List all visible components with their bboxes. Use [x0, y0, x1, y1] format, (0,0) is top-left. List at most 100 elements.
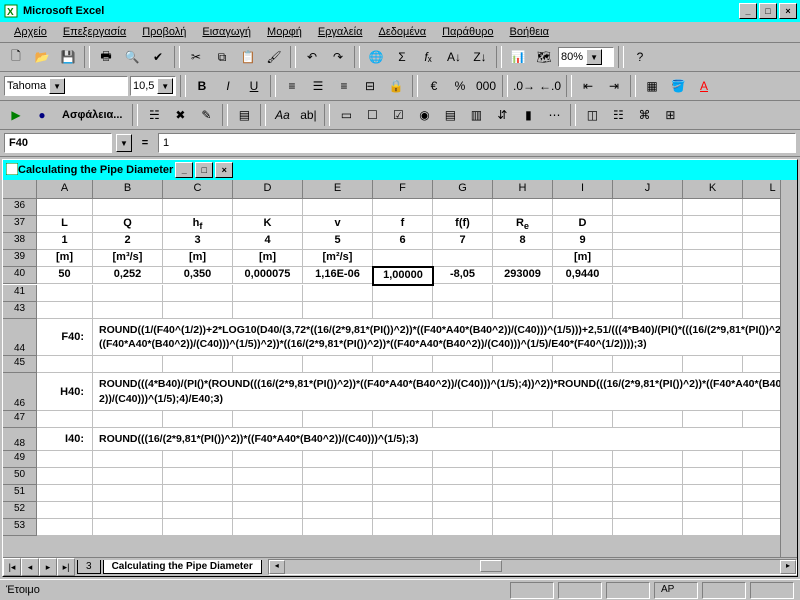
row-40[interactable]: 40: [3, 267, 37, 284]
cell-A37[interactable]: L: [37, 216, 93, 233]
formula-text-H40[interactable]: ROUND(((4*B40)/(PI()*(ROUND(((16/(2*9,81…: [93, 373, 780, 410]
row-44[interactable]: 44: [3, 319, 37, 356]
formula-text-F40[interactable]: ROUND((1/(F40^(1/2))+2*LOG10(D40/(3,72*(…: [93, 319, 780, 356]
hyperlink-icon[interactable]: 🌐: [364, 45, 388, 69]
horizontal-scrollbar[interactable]: ◂ ▸: [268, 559, 797, 575]
col-C[interactable]: C: [163, 180, 233, 199]
cell-F37[interactable]: f: [373, 216, 433, 233]
menu-window[interactable]: Παράθυρο: [434, 24, 501, 40]
fill-color-icon[interactable]: 🪣: [666, 74, 690, 98]
formula-input[interactable]: 1: [158, 133, 796, 153]
function-icon[interactable]: fₓ: [416, 45, 440, 69]
col-G[interactable]: G: [433, 180, 493, 199]
row-37[interactable]: 37: [3, 216, 37, 233]
minimize-button[interactable]: _: [739, 3, 757, 19]
row-46[interactable]: 46: [3, 373, 37, 410]
dec-decimal-icon[interactable]: ←.0: [538, 74, 562, 98]
col-E[interactable]: E: [303, 180, 373, 199]
format-painter-icon[interactable]: 🖌: [262, 45, 286, 69]
cell-B37[interactable]: Q: [93, 216, 163, 233]
italic-icon[interactable]: I: [216, 74, 240, 98]
percent-icon[interactable]: %: [448, 74, 472, 98]
spinner-icon[interactable]: ⇵: [490, 103, 514, 127]
formula-label-H40[interactable]: H40:: [37, 373, 93, 410]
row-36[interactable]: 36: [3, 199, 37, 216]
menu-data[interactable]: Δεδομένα: [371, 24, 435, 40]
dec-indent-icon[interactable]: ⇤: [576, 74, 600, 98]
row-47[interactable]: 47: [3, 411, 37, 428]
option-icon[interactable]: ◉: [412, 103, 436, 127]
button-icon[interactable]: ☐: [360, 103, 384, 127]
row-51[interactable]: 51: [3, 485, 37, 502]
col-B[interactable]: B: [93, 180, 163, 199]
more-icon[interactable]: ⋯: [542, 103, 566, 127]
align-center-icon[interactable]: ☰: [306, 74, 330, 98]
align-left-icon[interactable]: ≡: [280, 74, 304, 98]
print-icon[interactable]: 🖶: [94, 45, 118, 69]
tool2-icon[interactable]: ✖: [168, 103, 192, 127]
font-name-combo[interactable]: Tahoma▼: [4, 76, 128, 96]
tool3-icon[interactable]: ✎: [194, 103, 218, 127]
paste-icon[interactable]: 📋: [236, 45, 260, 69]
row-53[interactable]: 53: [3, 519, 37, 536]
formula-text-I40[interactable]: ROUND(((16/(2*9,81*(PI())^2))*((F40*A40*…: [93, 428, 780, 451]
cut-icon[interactable]: ✂: [184, 45, 208, 69]
cell-D37[interactable]: K: [233, 216, 303, 233]
group-icon[interactable]: ▭: [334, 103, 358, 127]
row-38[interactable]: 38: [3, 233, 37, 250]
play-icon[interactable]: ▶: [4, 103, 28, 127]
design-icon[interactable]: ◫: [580, 103, 604, 127]
currency-icon[interactable]: €: [422, 74, 446, 98]
cell-I37[interactable]: D: [553, 216, 613, 233]
sort-asc-icon[interactable]: A↓: [442, 45, 466, 69]
formula-label-F40[interactable]: F40:: [37, 319, 93, 356]
wb-minimize-button[interactable]: _: [175, 162, 193, 178]
cell-C37[interactable]: hf: [163, 216, 233, 233]
tab-next-icon[interactable]: ▸: [39, 558, 57, 576]
comma-icon[interactable]: 000: [474, 74, 498, 98]
select-all[interactable]: [3, 180, 37, 199]
menu-help[interactable]: Βοήθεια: [502, 24, 557, 40]
col-J[interactable]: J: [613, 180, 683, 199]
bold-icon[interactable]: B: [190, 74, 214, 98]
grid-icon[interactable]: ⊞: [658, 103, 682, 127]
formula-label-I40[interactable]: I40:: [37, 428, 93, 451]
map-icon[interactable]: 🗺: [532, 45, 556, 69]
row-43[interactable]: 43: [3, 302, 37, 319]
lock-icon[interactable]: 🔒: [384, 74, 408, 98]
font-size-combo[interactable]: 10,5▼: [130, 76, 176, 96]
textbox-icon[interactable]: ab|: [296, 103, 320, 127]
label-icon[interactable]: Aa: [270, 103, 294, 127]
open-icon[interactable]: 📂: [30, 45, 54, 69]
inc-decimal-icon[interactable]: .0→: [512, 74, 536, 98]
menu-file[interactable]: Αρχείο: [6, 24, 55, 40]
col-K[interactable]: K: [683, 180, 743, 199]
col-D[interactable]: D: [233, 180, 303, 199]
font-color-icon[interactable]: A: [692, 74, 716, 98]
preview-icon[interactable]: 🔍: [120, 45, 144, 69]
maximize-button[interactable]: □: [759, 3, 777, 19]
record-icon[interactable]: ●: [30, 103, 54, 127]
row-45[interactable]: 45: [3, 356, 37, 373]
tab-first-icon[interactable]: |◂: [3, 558, 21, 576]
menu-view[interactable]: Προβολή: [134, 24, 194, 40]
menu-edit[interactable]: Επεξεργασία: [55, 24, 134, 40]
inc-indent-icon[interactable]: ⇥: [602, 74, 626, 98]
autosum-icon[interactable]: Σ: [390, 45, 414, 69]
scrollbar-icon[interactable]: ▮: [516, 103, 540, 127]
menu-insert[interactable]: Εισαγωγή: [194, 24, 259, 40]
save-icon[interactable]: 💾: [56, 45, 80, 69]
col-F[interactable]: F: [373, 180, 433, 199]
col-I[interactable]: I: [553, 180, 613, 199]
redo-icon[interactable]: ↷: [326, 45, 350, 69]
props-icon[interactable]: ☷: [606, 103, 630, 127]
row-50[interactable]: 50: [3, 468, 37, 485]
borders-icon[interactable]: ▦: [640, 74, 664, 98]
code-icon[interactable]: ⌘: [632, 103, 656, 127]
row-49[interactable]: 49: [3, 451, 37, 468]
wb-close-button[interactable]: ×: [215, 162, 233, 178]
col-A[interactable]: A: [37, 180, 93, 199]
security-button[interactable]: Ασφάλεια...: [56, 107, 128, 123]
row-52[interactable]: 52: [3, 502, 37, 519]
fx-label[interactable]: =: [136, 137, 154, 149]
